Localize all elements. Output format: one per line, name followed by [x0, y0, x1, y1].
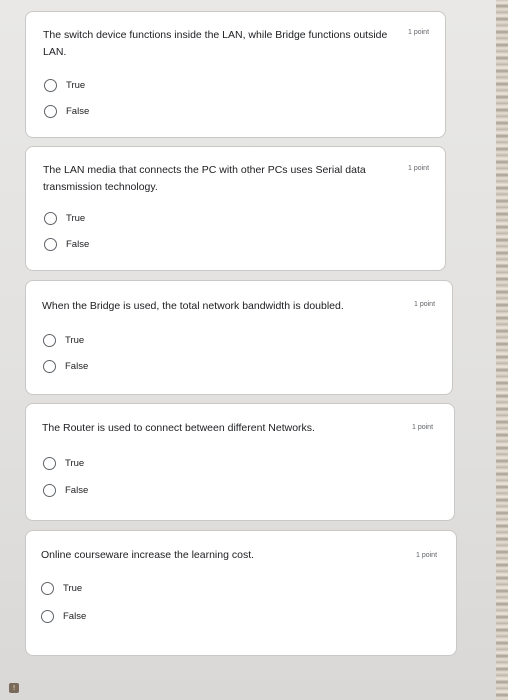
- question-text-3: When the Bridge is used, the total netwo…: [42, 300, 344, 312]
- photo-edge-texture: [496, 0, 508, 700]
- question-card-3: When the Bridge is used, the total netwo…: [25, 280, 453, 395]
- radio-button[interactable]: [43, 457, 56, 470]
- option-label: True: [65, 335, 85, 346]
- question-card-5: Online courseware increase the learning …: [25, 530, 457, 656]
- points-label-2: 1 point: [408, 165, 430, 172]
- option-label: False: [66, 106, 90, 117]
- option-label: True: [66, 213, 86, 224]
- points-label-5: 1 point: [416, 552, 438, 559]
- radio-button[interactable]: [41, 582, 54, 595]
- quiz-page: The switch device functions inside the L…: [0, 0, 508, 700]
- option-label: False: [66, 239, 90, 250]
- radio-button[interactable]: [44, 212, 57, 225]
- points-label-3: 1 point: [414, 301, 436, 308]
- option-label: False: [65, 361, 89, 372]
- radio-button[interactable]: [43, 360, 56, 373]
- notification-icon: !: [9, 683, 19, 693]
- question-card-2: The LAN media that connects the PC with …: [25, 146, 446, 271]
- question-text-1: The switch device functions inside the L…: [43, 29, 388, 58]
- radio-button[interactable]: [44, 105, 57, 118]
- question-card-4: The Router is used to connect between di…: [25, 403, 455, 521]
- option-label: True: [65, 458, 85, 469]
- question-text-5: Online courseware increase the learning …: [41, 549, 255, 561]
- points-label-4: 1 point: [412, 424, 434, 431]
- question-text-2: The LAN media that connects the PC with …: [43, 164, 366, 193]
- question-card-1: The switch device functions inside the L…: [25, 11, 446, 138]
- radio-button[interactable]: [41, 610, 54, 623]
- option-label: True: [66, 80, 86, 91]
- option-label: True: [63, 583, 83, 594]
- question-text-4: The Router is used to connect between di…: [42, 422, 315, 434]
- radio-button[interactable]: [44, 79, 57, 92]
- option-label: False: [63, 611, 87, 622]
- option-label: False: [65, 485, 89, 496]
- points-label-1: 1 point: [408, 29, 430, 36]
- radio-button[interactable]: [43, 334, 56, 347]
- radio-button[interactable]: [44, 238, 57, 251]
- radio-button[interactable]: [43, 484, 56, 497]
